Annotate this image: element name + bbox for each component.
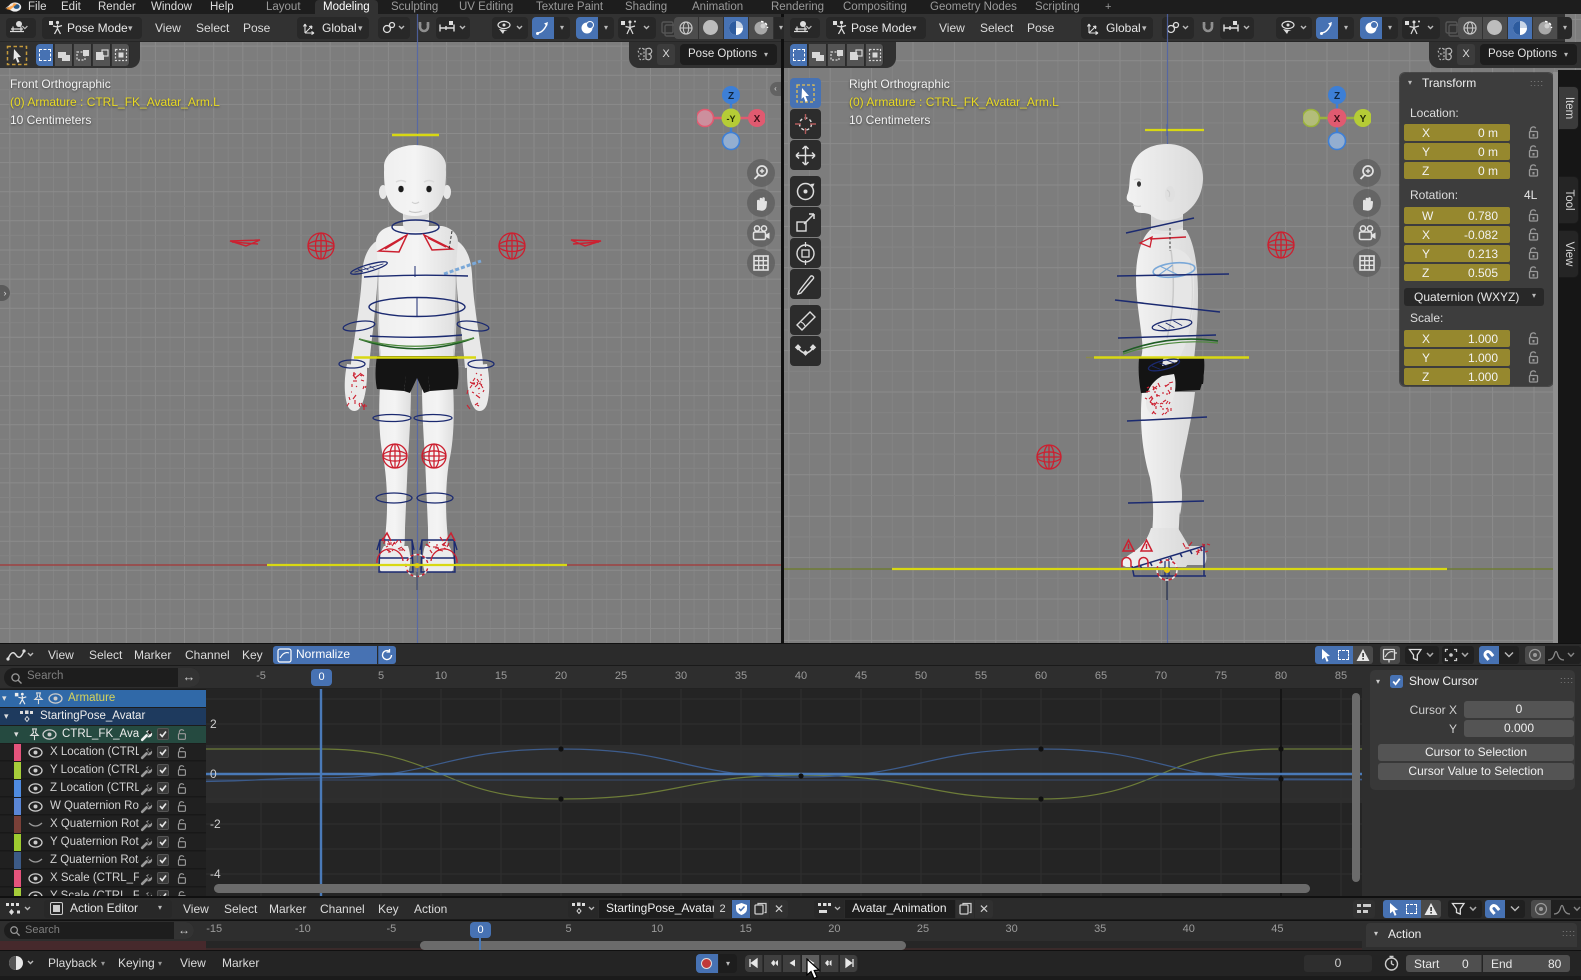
svg-text:0: 0 (210, 767, 217, 781)
svg-text:2: 2 (210, 717, 217, 731)
svg-text:-2: -2 (210, 817, 221, 831)
svg-text:-4: -4 (210, 867, 221, 881)
